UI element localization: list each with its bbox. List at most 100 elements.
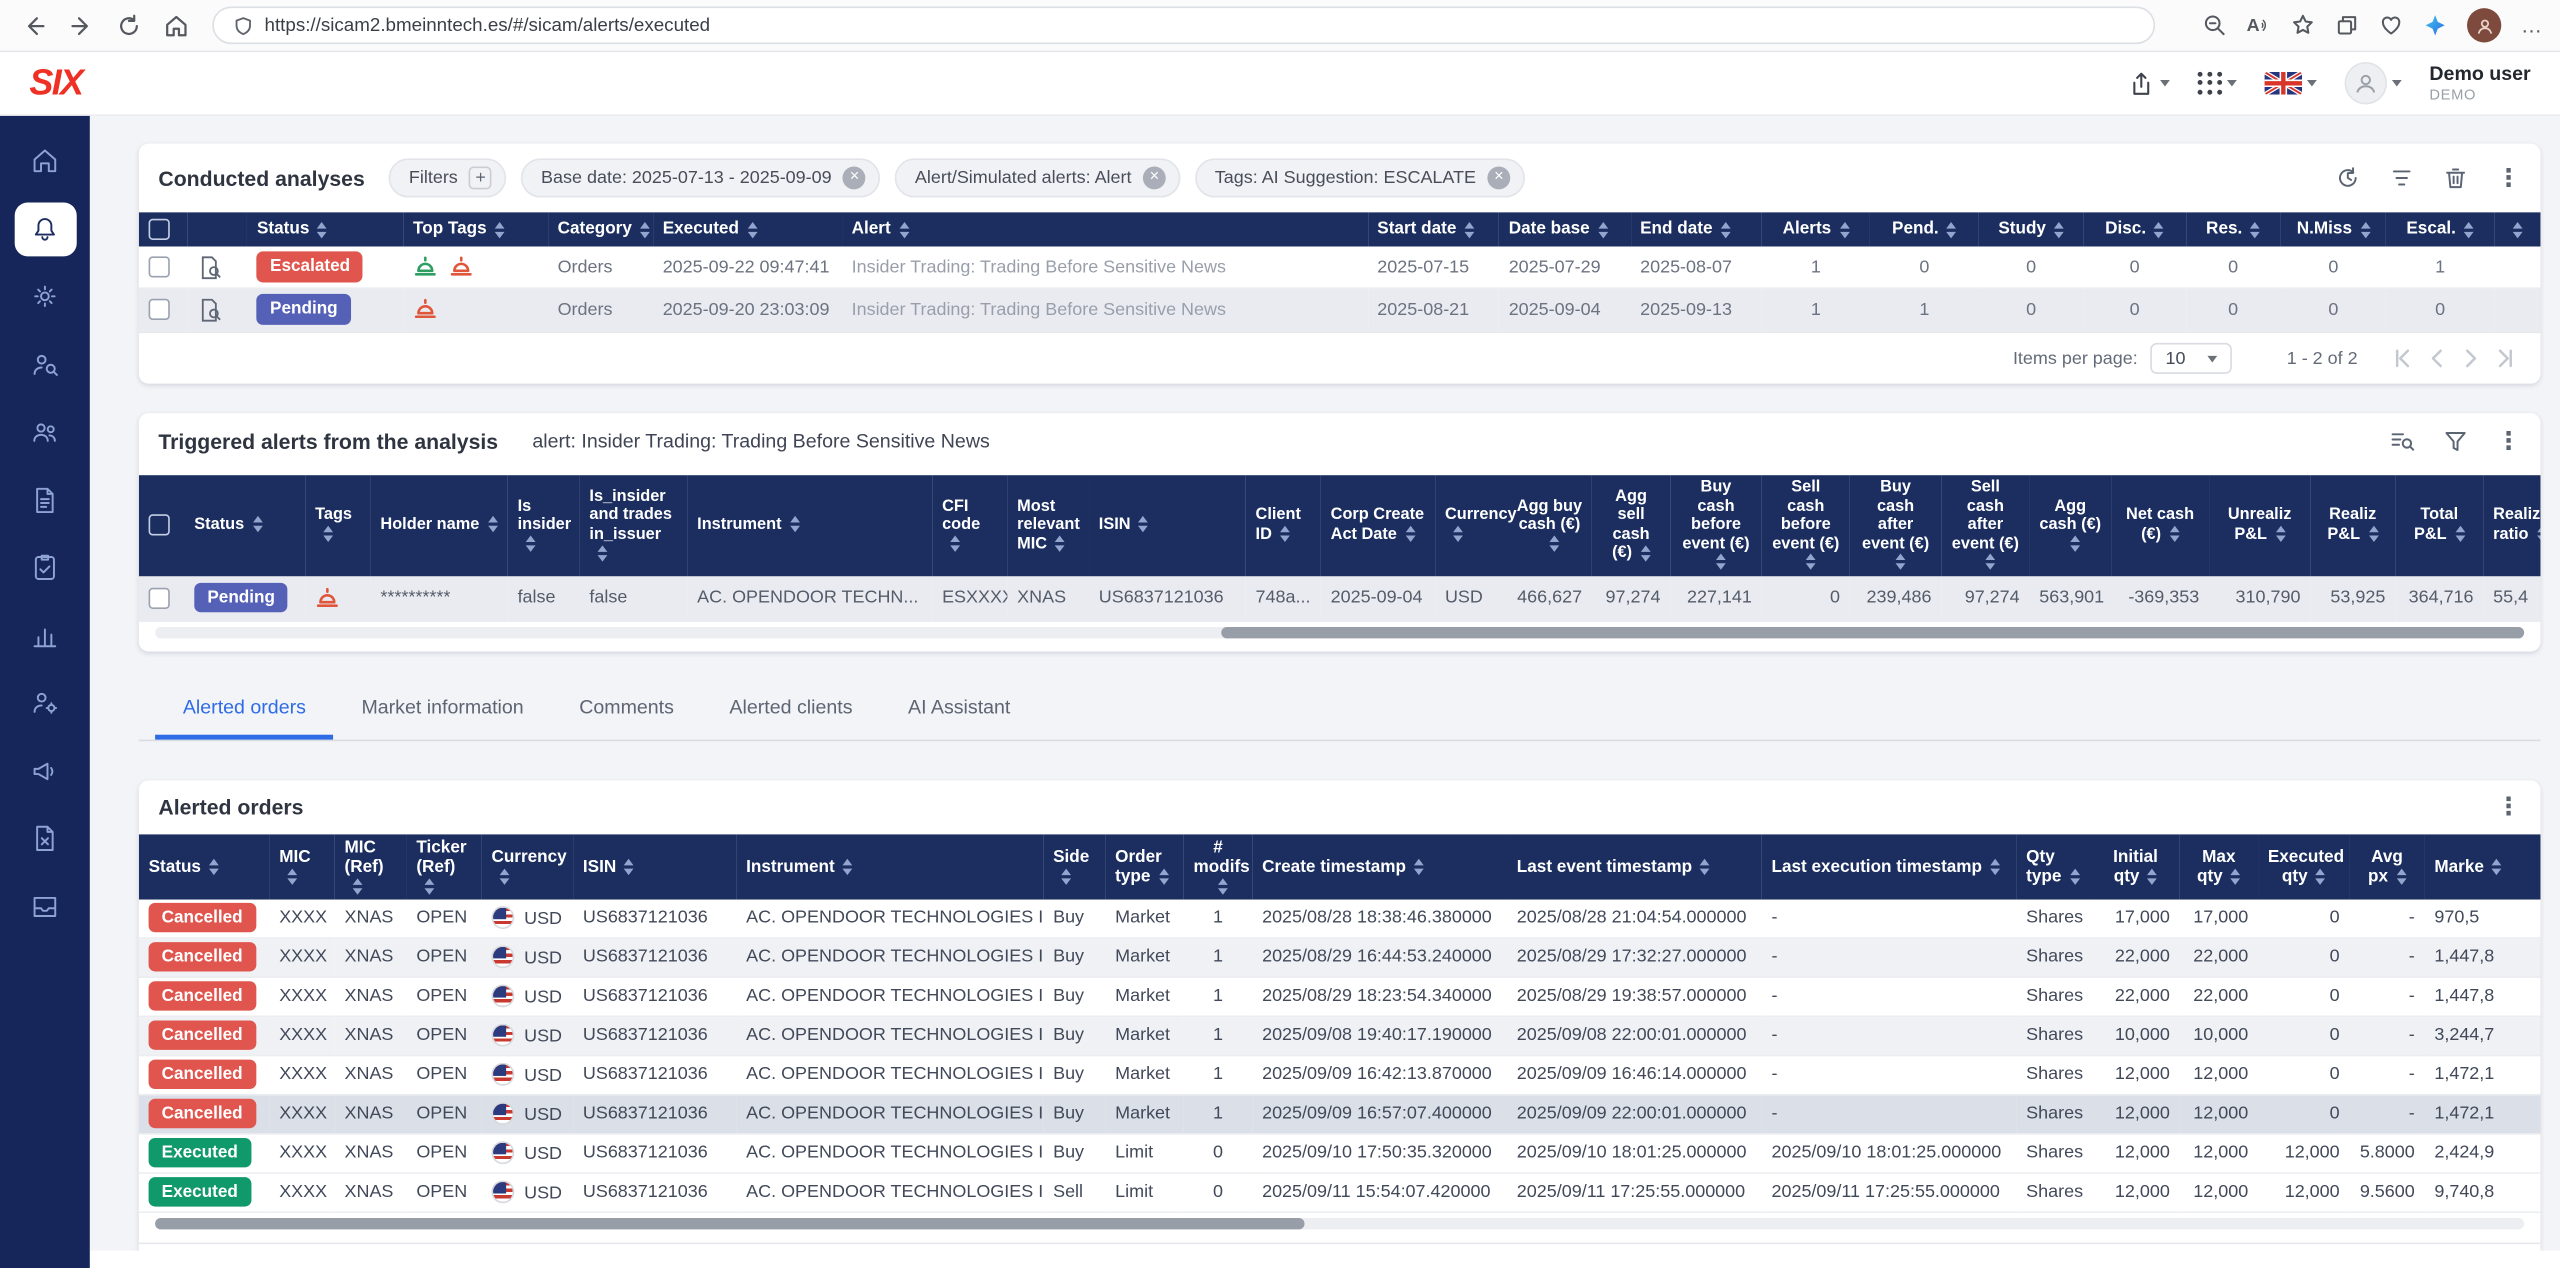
column-header[interactable]: Is_insider and trades in_issuer bbox=[579, 475, 688, 576]
kebab-menu-icon[interactable]: ⋮ bbox=[2496, 166, 2520, 190]
column-header[interactable]: Executed qty bbox=[2258, 833, 2350, 900]
sort-icon[interactable] bbox=[1055, 535, 1066, 552]
sort-icon[interactable] bbox=[2536, 525, 2541, 543]
column-header[interactable]: Most relevant MIC bbox=[1007, 475, 1090, 576]
favorites-star-icon[interactable] bbox=[2291, 13, 2315, 37]
language-selector[interactable] bbox=[2264, 71, 2317, 95]
forward-button[interactable] bbox=[64, 7, 100, 43]
browser-profile-avatar[interactable] bbox=[2467, 8, 2502, 43]
sort-icon[interactable] bbox=[487, 516, 498, 533]
filter-chip-tags[interactable]: Tags: AI Suggestion: ESCALATE × bbox=[1195, 158, 1525, 198]
sort-icon[interactable] bbox=[1414, 858, 1424, 875]
next-page-icon[interactable] bbox=[2459, 346, 2483, 370]
column-header[interactable]: Date base bbox=[1498, 212, 1631, 247]
sidebar-item-user-search[interactable] bbox=[14, 337, 76, 391]
sort-icon[interactable] bbox=[2154, 221, 2165, 238]
column-header[interactable]: Sell cash before event (€) bbox=[1761, 475, 1850, 576]
collections-icon[interactable] bbox=[2335, 13, 2359, 37]
sort-icon[interactable] bbox=[1280, 525, 1290, 543]
sort-icon[interactable] bbox=[1990, 858, 2000, 875]
kebab-menu-icon[interactable]: ⋮ bbox=[2496, 429, 2520, 453]
checkbox[interactable] bbox=[148, 256, 170, 278]
column-header[interactable]: Alert bbox=[841, 212, 1368, 247]
column-header[interactable]: Ticker (Ref) bbox=[406, 833, 482, 900]
tab-alerted-orders[interactable]: Alerted orders bbox=[155, 680, 334, 739]
history-icon[interactable] bbox=[2335, 165, 2361, 191]
column-header[interactable]: End date bbox=[1630, 212, 1762, 247]
column-header[interactable]: Create timestamp bbox=[1252, 833, 1507, 900]
sidebar-item-settings[interactable] bbox=[14, 269, 76, 323]
column-header[interactable]: Executed bbox=[652, 212, 842, 247]
column-header[interactable]: Max qty bbox=[2179, 833, 2259, 900]
sort-icon[interactable] bbox=[2054, 221, 2064, 238]
column-header[interactable]: Corp Create Act Date bbox=[1320, 475, 1436, 576]
column-header[interactable]: ISIN bbox=[1089, 475, 1246, 576]
sidebar-item-users[interactable] bbox=[14, 405, 76, 459]
column-header[interactable]: Instrument bbox=[736, 833, 1044, 900]
horizontal-scrollbar[interactable] bbox=[155, 626, 2525, 638]
sort-icon[interactable] bbox=[2464, 221, 2474, 238]
sort-icon[interactable] bbox=[1804, 554, 1815, 571]
sidebar-item-statistics[interactable] bbox=[14, 608, 76, 662]
column-header[interactable]: Qty type bbox=[2016, 833, 2092, 900]
sort-icon[interactable] bbox=[2454, 525, 2465, 543]
checkbox[interactable] bbox=[148, 218, 170, 241]
sidebar-item-home[interactable] bbox=[14, 134, 76, 188]
sort-icon[interactable] bbox=[352, 878, 363, 895]
sort-icon[interactable] bbox=[323, 525, 334, 543]
sort-icon[interactable] bbox=[950, 535, 961, 552]
table-row[interactable]: Cancelled XXXX XNAS OPEN USD US6837121036 AC. … bbox=[138, 1095, 2541, 1135]
sidebar-item-user-settings[interactable] bbox=[14, 676, 76, 730]
sort-icon[interactable] bbox=[2069, 868, 2080, 885]
column-header[interactable]: Alerts bbox=[1761, 212, 1871, 247]
column-header[interactable]: MIC (Ref) bbox=[334, 833, 407, 900]
sort-icon[interactable] bbox=[2069, 535, 2080, 552]
zoom-icon[interactable] bbox=[2203, 13, 2227, 37]
table-row[interactable]: Executed XXXX XNAS OPEN USD US6837121036 AC. O… bbox=[138, 1173, 2541, 1213]
apps-grid-button[interactable] bbox=[2197, 71, 2237, 95]
read-aloud-icon[interactable]: A bbox=[2247, 16, 2271, 35]
column-header[interactable]: Side bbox=[1043, 833, 1106, 900]
row-details-button[interactable] bbox=[188, 288, 248, 332]
sort-icon[interactable] bbox=[1839, 221, 1850, 238]
column-header[interactable]: Initial qty bbox=[2091, 833, 2180, 900]
scrollbar-thumb[interactable] bbox=[155, 1217, 1305, 1229]
sidebar-item-alerts[interactable] bbox=[13, 201, 76, 256]
sort-icon[interactable] bbox=[1158, 868, 1169, 885]
column-header[interactable]: Client ID bbox=[1245, 475, 1321, 576]
column-header[interactable]: Buy cash after event (€) bbox=[1849, 475, 1942, 576]
sort-icon[interactable] bbox=[252, 516, 263, 533]
export-button[interactable] bbox=[2127, 69, 2170, 97]
column-header[interactable]: Net cash (€) bbox=[2111, 475, 2210, 576]
analysis-details-icon[interactable] bbox=[198, 296, 224, 322]
sort-icon[interactable] bbox=[1217, 878, 1227, 895]
horizontal-scrollbar[interactable] bbox=[155, 1217, 2525, 1229]
sort-icon[interactable] bbox=[2512, 221, 2523, 238]
filters-chip[interactable]: Filters + bbox=[389, 158, 507, 198]
scrollbar-thumb[interactable] bbox=[1221, 626, 2525, 638]
sort-icon[interactable] bbox=[1464, 221, 1475, 238]
copilot-icon[interactable] bbox=[2423, 13, 2447, 37]
column-header[interactable]: Is insider bbox=[507, 475, 580, 576]
column-header[interactable]: Agg cash (€) bbox=[2029, 475, 2112, 576]
filter-icon[interactable] bbox=[2443, 428, 2469, 454]
table-row[interactable]: Cancelled XXXX XNAS OPEN USD US6837121036 AC. … bbox=[138, 938, 2541, 978]
back-button[interactable] bbox=[16, 7, 52, 43]
filter-chip-alert-type[interactable]: Alert/Simulated alerts: Alert × bbox=[895, 158, 1181, 198]
sort-icon[interactable] bbox=[209, 858, 219, 875]
column-header[interactable]: ISIN bbox=[573, 833, 737, 900]
column-header[interactable]: MIC bbox=[269, 833, 335, 900]
sort-icon[interactable] bbox=[2315, 868, 2326, 885]
column-header[interactable]: Realiz P&L bbox=[2310, 475, 2396, 576]
column-header[interactable]: Status bbox=[138, 833, 270, 900]
sort-icon[interactable] bbox=[494, 221, 505, 238]
table-row[interactable]: Cancelled XXXX XNAS OPEN USD US6837121036 AC. … bbox=[138, 1016, 2541, 1056]
column-header[interactable]: Holder name bbox=[370, 475, 508, 576]
sort-icon[interactable] bbox=[287, 868, 298, 885]
table-row[interactable]: Pending Orders 2025-09-20 23:03:09 Insider … bbox=[138, 288, 2541, 332]
sort-icon[interactable] bbox=[1138, 516, 1149, 533]
kebab-menu-icon[interactable]: ⋮ bbox=[2496, 794, 2520, 818]
column-header[interactable]: Avg px bbox=[2349, 833, 2425, 900]
column-header[interactable]: Start date bbox=[1367, 212, 1499, 247]
prev-page-icon[interactable] bbox=[2425, 346, 2449, 370]
